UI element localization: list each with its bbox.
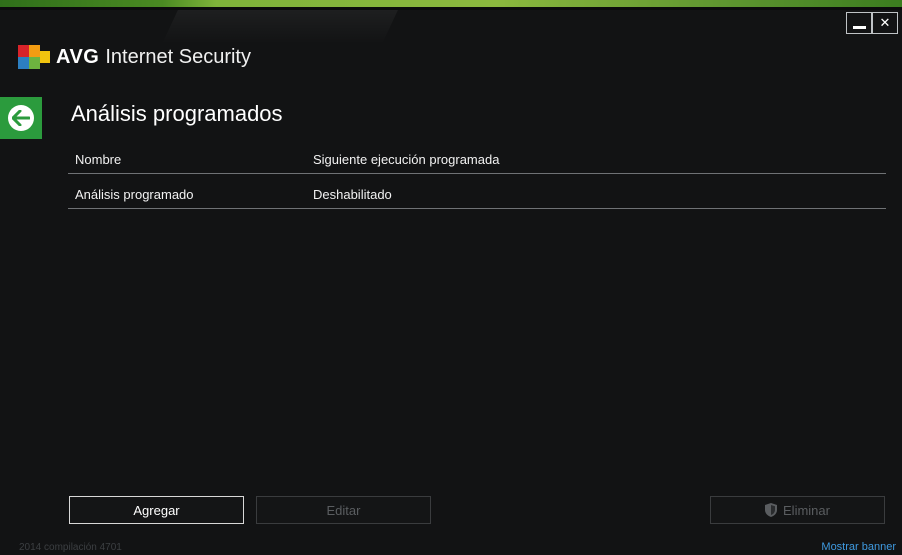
version-label: 2014 compilación 4701: [19, 542, 122, 553]
product-name: Internet Security: [105, 45, 251, 68]
close-icon: ✕: [879, 15, 891, 31]
title-bar-accent: [0, 0, 902, 7]
avg-logo-icon: [18, 45, 52, 69]
app-logo: AVG Internet Security: [18, 44, 251, 70]
delete-button-label: Eliminar: [783, 502, 830, 518]
minimize-button[interactable]: [846, 12, 872, 34]
table-row[interactable]: Análisis programado Deshabilitado: [68, 182, 886, 209]
show-banner-link[interactable]: Mostrar banner: [821, 541, 896, 553]
column-header-name[interactable]: Nombre: [75, 152, 121, 167]
app-window: ✕ AVG Internet Security Análisis program…: [0, 0, 902, 555]
delete-button[interactable]: Eliminar: [710, 496, 885, 524]
add-button[interactable]: Agregar: [69, 496, 244, 524]
brand-name: AVG: [56, 45, 100, 68]
row-name: Análisis programado: [75, 187, 194, 202]
close-button[interactable]: ✕: [872, 12, 898, 34]
row-next-run: Deshabilitado: [313, 187, 392, 202]
edit-button[interactable]: Editar: [256, 496, 431, 524]
minimize-icon: [852, 26, 866, 29]
shield-icon: [765, 503, 778, 517]
back-button[interactable]: [0, 97, 42, 139]
page-title: Análisis programados: [71, 101, 283, 126]
column-header-next-run[interactable]: Siguiente ejecución programada: [313, 152, 499, 167]
table-header: Nombre Siguiente ejecución programada: [68, 147, 886, 174]
back-arrow-icon: [8, 105, 34, 131]
